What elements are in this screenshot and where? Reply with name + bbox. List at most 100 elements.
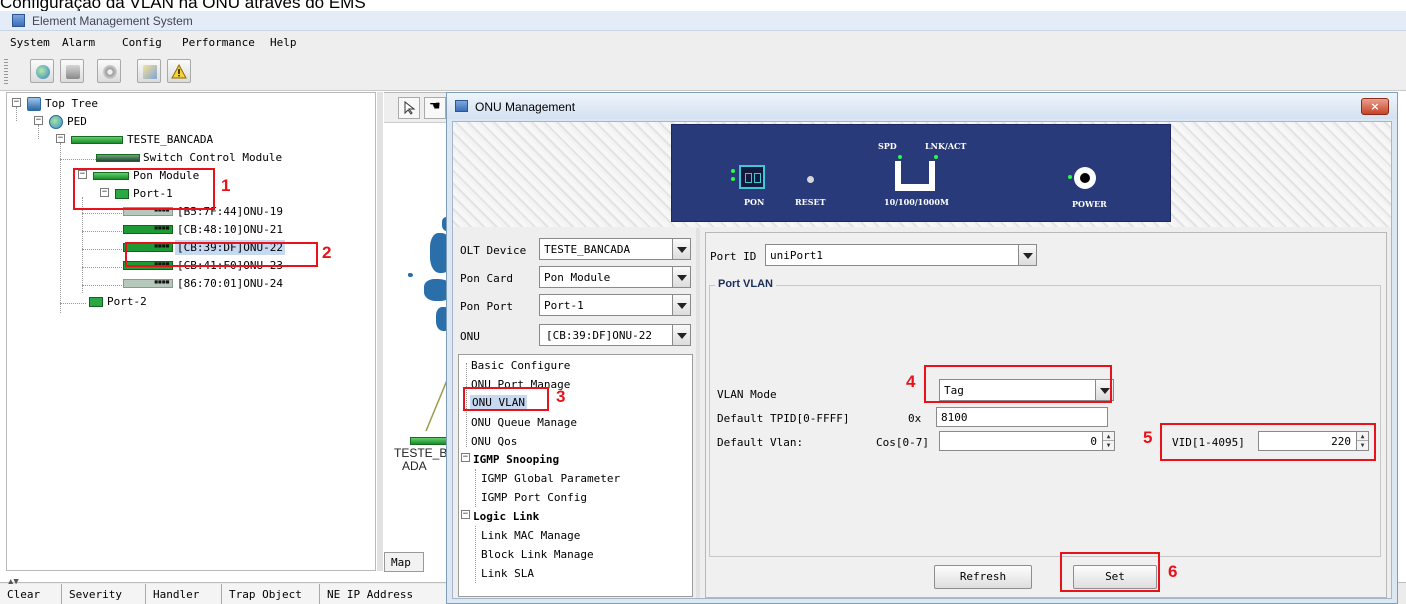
map-toolbar: ☚ (384, 93, 454, 123)
chevron-down-icon[interactable] (672, 325, 690, 345)
close-button[interactable]: × (1361, 98, 1389, 115)
tree-node-switch-module[interactable]: Switch Control Module (7, 149, 307, 167)
map-region (408, 273, 413, 277)
annotation-box-2 (125, 242, 318, 267)
tree-node-ped[interactable]: − PED (7, 113, 207, 131)
tab-map[interactable]: Map (384, 552, 424, 572)
tree-label: PED (67, 115, 87, 128)
nav-igmp-snooping[interactable]: IGMP Snooping (473, 453, 559, 466)
pane-splitter[interactable] (696, 228, 700, 598)
cos-value: 0 (1090, 435, 1097, 448)
chevron-down-icon[interactable] (672, 239, 690, 259)
annotation-number-6: 6 (1168, 562, 1178, 581)
menu-alarm[interactable]: Alarm (62, 36, 95, 49)
pon-port-connector-icon (739, 165, 765, 189)
port-id-value: uniPort1 (770, 249, 823, 262)
port-id-select[interactable]: uniPort1 (765, 244, 1037, 266)
onu-row: ONU [CB:39:DF]ONU-22 (458, 324, 693, 348)
annotation-number-3: 3 (556, 387, 566, 406)
cos-input[interactable]: 0 ▲ ▼ (939, 431, 1115, 451)
pon-port-select[interactable]: Port-1 (539, 294, 691, 316)
vlan-mode-label: VLAN Mode (717, 388, 777, 401)
tpid-input[interactable]: 8100 (936, 407, 1108, 427)
toolbar-grip-icon[interactable] (4, 59, 8, 85)
default-vlan-label: Default Vlan: (717, 436, 804, 449)
collapse-toggle-icon[interactable]: − (461, 453, 470, 462)
nav-onu-queue-manage[interactable]: ONU Queue Manage (471, 416, 577, 429)
olt-device-value: TESTE_BANCADA (544, 243, 631, 256)
map-olt-node-icon[interactable] (410, 437, 450, 445)
chevron-down-icon[interactable] (1018, 245, 1036, 265)
globe-icon (49, 115, 63, 129)
settings-button[interactable] (97, 59, 121, 83)
onu-vlan-panel: Port ID uniPort1 Port VLAN VLAN Mode Tag… (705, 232, 1387, 598)
lnk-act-label: LNK/ACT (925, 141, 967, 151)
nav-onu-qos[interactable]: ONU Qos (471, 435, 517, 448)
col-clear[interactable]: Clear (0, 584, 62, 604)
tpid-prefix: 0x (908, 412, 922, 425)
col-severity[interactable]: Severity (62, 584, 146, 604)
topology-button[interactable] (30, 59, 54, 83)
olt-device-select[interactable]: TESTE_BANCADA (539, 238, 691, 260)
dialog-body: PON RESET SPD LNK/ACT 10/100/1000M POWER… (452, 121, 1392, 599)
toolbar (0, 53, 1406, 91)
alarm-button[interactable] (167, 59, 191, 83)
tree-node-onu-21[interactable]: [CB:48:10]ONU-21 (7, 221, 307, 239)
menu-performance[interactable]: Performance (182, 36, 255, 49)
menu-help[interactable]: Help (270, 36, 297, 49)
collapse-toggle-icon[interactable]: − (12, 98, 21, 107)
nav-block-link-manage[interactable]: Block Link Manage (481, 548, 594, 561)
pon-port-value: Port-1 (544, 299, 584, 312)
pon-card-label: Pon Card (460, 272, 513, 285)
pon-port-row: Pon Port Port-1 (458, 294, 693, 318)
nav-igmp-port-config[interactable]: IGMP Port Config (481, 491, 587, 504)
nav-link-mac-manage[interactable]: Link MAC Manage (481, 529, 580, 542)
select-tool-button[interactable] (398, 97, 420, 119)
tpid-value: 8100 (941, 411, 968, 424)
dialog-titlebar: ONU Management × (447, 93, 1397, 119)
tree-node-onu-24[interactable]: [86:70:01]ONU-24 (7, 275, 307, 293)
map-node-label: TESTE_B (394, 446, 448, 460)
topology-map: ☚ TESTE_B ADA Map (384, 92, 454, 572)
chevron-down-icon[interactable] (672, 267, 690, 287)
onu-selector: OLT Device TESTE_BANCADA Pon Card Pon Mo… (458, 236, 693, 356)
database-button[interactable] (60, 59, 84, 83)
menu-config[interactable]: Config (122, 36, 162, 49)
pon-card-select[interactable]: Pon Module (539, 266, 691, 288)
collapse-toggle-icon[interactable]: − (34, 116, 43, 125)
spd-led-icon (898, 155, 902, 159)
report-icon (143, 65, 157, 79)
tree-node-top-tree[interactable]: − Top Tree (7, 95, 207, 113)
spin-down-icon[interactable]: ▼ (1103, 441, 1114, 450)
nav-basic-configure[interactable]: Basic Configure (471, 359, 570, 372)
tree-node-port-2[interactable]: Port-2 (7, 293, 307, 311)
ethernet-port-icon (895, 161, 935, 191)
menu-system[interactable]: System (10, 36, 50, 49)
onu-select[interactable]: [CB:39:DF]ONU-22 (539, 324, 691, 346)
nav-igmp-global-parameter[interactable]: IGMP Global Parameter (481, 472, 620, 485)
chevron-down-icon[interactable] (672, 295, 690, 315)
collapse-toggle-icon[interactable]: − (56, 134, 65, 143)
pan-tool-button[interactable]: ☚ (424, 97, 446, 119)
tree-node-device[interactable]: − TESTE_BANCADA (7, 131, 307, 149)
tree-splitter[interactable] (377, 92, 383, 571)
onu-label: ONU (460, 330, 480, 343)
speed-label: 10/100/1000M (884, 197, 949, 207)
nav-link-sla[interactable]: Link SLA (481, 567, 534, 580)
collapse-toggle-icon[interactable]: − (461, 510, 470, 519)
app-window-icon (12, 14, 25, 27)
window-icon (455, 100, 468, 112)
globe-icon (36, 65, 50, 79)
col-ne-ip-address[interactable]: NE IP Address (320, 584, 450, 604)
cos-spinner[interactable]: ▲ ▼ (1102, 432, 1114, 450)
annotation-box-5 (1160, 423, 1376, 461)
report-button[interactable] (137, 59, 161, 83)
spin-up-icon[interactable]: ▲ (1103, 432, 1114, 441)
warning-icon (171, 64, 187, 79)
annotation-number-5: 5 (1143, 428, 1153, 447)
col-trap-object[interactable]: Trap Object (222, 584, 320, 604)
refresh-button[interactable]: Refresh (934, 565, 1032, 589)
col-handler[interactable]: Handler (146, 584, 222, 604)
pon-card-row: Pon Card Pon Module (458, 266, 693, 290)
nav-logic-link[interactable]: Logic Link (473, 510, 539, 523)
